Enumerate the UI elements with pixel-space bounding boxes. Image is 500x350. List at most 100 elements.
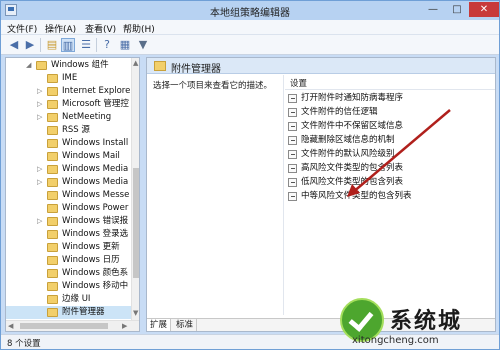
scroll-thumb[interactable] [133, 168, 139, 278]
tab-standard[interactable]: 标准 [173, 319, 198, 331]
tree-item-label: Windows Media [62, 164, 129, 174]
tree-item[interactable]: ▷ Internet Explore [6, 85, 139, 98]
folder-up-icon[interactable]: ▤ [45, 38, 59, 52]
tree-item-label: Windows 日历 [62, 255, 120, 265]
scroll-left-icon[interactable]: ◀ [8, 322, 13, 330]
tree-item[interactable]: 边缘 UI [6, 293, 139, 306]
toolbar-separator [96, 38, 97, 52]
menu-action[interactable]: 操作(A) [45, 22, 76, 35]
folder-icon [47, 113, 58, 122]
back-arrow-icon[interactable]: ◀ [7, 38, 21, 52]
tree-item[interactable]: ▷ Windows Media [6, 163, 139, 176]
tree-pane[interactable]: ◢ Windows 组件 IME ▷ Internet Explore ▷ Microsof… [5, 57, 140, 332]
expand-arrow-icon[interactable]: ▷ [37, 85, 45, 98]
tree-item-label: Windows 登录选 [62, 229, 129, 239]
tree-item[interactable]: Windows Messe [6, 189, 139, 202]
tree-item[interactable]: IME [6, 72, 139, 85]
tree-item-label: IME [62, 73, 78, 83]
folder-icon [47, 139, 58, 148]
scroll-up-icon[interactable]: ▲ [133, 59, 138, 67]
menu-file[interactable]: 文件(F) [7, 22, 37, 35]
folder-icon [47, 282, 58, 291]
tree-horizontal-scrollbar[interactable]: ◀ ▶ [6, 320, 139, 331]
tree-item[interactable]: ▷ Microsoft 管理控 [6, 98, 139, 111]
tree-item-label: 边缘 UI [62, 294, 91, 304]
folder-icon [47, 152, 58, 161]
tree-item[interactable]: ▷ Windows Media [6, 176, 139, 189]
expand-arrow-icon[interactable]: ▷ [37, 176, 45, 189]
expand-arrow-icon[interactable]: ▷ [37, 215, 45, 228]
setting-row[interactable]: 文件附件中不保留区域信息 [288, 120, 493, 133]
expand-arrow-icon[interactable]: ◢ [26, 59, 34, 72]
setting-row[interactable]: 打开附件时通知防病毒程序 [288, 92, 493, 105]
close-button[interactable]: ✕ [469, 2, 499, 17]
tree-item[interactable]: Windows Install [6, 137, 139, 150]
tree-item-label: Windows Mail [62, 151, 120, 161]
setting-row[interactable]: 文件附件的默认风险级别 [288, 148, 493, 161]
folder-icon [47, 295, 58, 304]
policy-setting-icon [288, 178, 297, 187]
status-text: 8 个设置 [7, 339, 41, 349]
setting-label: 中等风险文件类型的包含列表 [301, 191, 412, 201]
setting-row[interactable]: 文件附件的信任逻辑 [288, 106, 493, 119]
show-hide-tree-icon[interactable]: ▥ [61, 38, 75, 52]
tree-item[interactable]: Windows 日历 [6, 254, 139, 267]
tree-vertical-scrollbar[interactable]: ▲ ▼ [131, 58, 139, 320]
folder-icon [47, 191, 58, 200]
setting-row[interactable]: 高风险文件类型的包含列表 [288, 162, 493, 175]
tree-item[interactable]: Windows 登录选 [6, 228, 139, 241]
tree-item-label: Windows 组件 [51, 60, 109, 70]
tree-item-label: NetMeeting [62, 112, 112, 122]
tree-item[interactable]: ▷ NetMeeting [6, 111, 139, 124]
tree-item[interactable]: ▷ Windows 错误报 [6, 215, 139, 228]
tree-item[interactable]: Windows 更新 [6, 241, 139, 254]
tree-item-label: Windows 更新 [62, 242, 120, 252]
tree-item[interactable]: RSS 源 [6, 124, 139, 137]
gpedit-window: 本地组策略编辑器 — □ ✕ 文件(F) 操作(A) 查看(V) 帮助(H) ◀… [0, 0, 500, 350]
tree-item-label: Windows 颜色系 [62, 268, 129, 278]
tree-item[interactable]: 附件管理器 [6, 306, 139, 319]
details-title: 附件管理器 [171, 64, 221, 75]
tree-item[interactable]: Windows 颜色系 [6, 267, 139, 280]
maximize-button[interactable]: □ [445, 2, 469, 17]
tree-item[interactable]: ◢ Windows 组件 [6, 59, 139, 72]
folder-icon [47, 230, 58, 239]
scroll-right-icon[interactable]: ▶ [122, 322, 127, 330]
minimize-button[interactable]: — [421, 2, 445, 17]
details-pane: 附件管理器 选择一个项目来查看它的描述。 设置 打开附件时通知防病毒程序 文件附件… [146, 57, 496, 332]
menu-view[interactable]: 查看(V) [85, 22, 116, 35]
filter-icon[interactable]: ▼ [136, 38, 150, 52]
toolbar: ◀ ▶ ▤ ▥ ☰ ? ▦ ▼ [1, 35, 499, 55]
menu-help[interactable]: 帮助(H) [123, 22, 155, 35]
folder-icon [154, 61, 166, 71]
tree-item[interactable]: Windows Power [6, 202, 139, 215]
watermark-text: 系统城 [390, 309, 463, 334]
scroll-thumb[interactable] [20, 323, 108, 329]
settings-column-header[interactable]: 设置 [290, 77, 307, 89]
setting-row[interactable]: 中等风险文件类型的包含列表 [288, 190, 493, 203]
expand-arrow-icon[interactable]: ▷ [37, 163, 45, 176]
header-divider [285, 89, 495, 90]
details-header: 附件管理器 [147, 58, 495, 75]
tree-item-label: Microsoft 管理控 [62, 99, 129, 109]
policy-setting-icon [288, 192, 297, 201]
tree-item[interactable]: Windows Mail [6, 150, 139, 163]
setting-row[interactable]: 隐藏删除区域信息的机制 [288, 134, 493, 147]
expand-arrow-icon[interactable]: ▷ [37, 98, 45, 111]
expand-arrow-icon[interactable]: ▷ [37, 111, 45, 124]
forward-arrow-icon[interactable]: ▶ [23, 38, 37, 52]
title-bar[interactable]: 本地组策略编辑器 — □ ✕ [1, 1, 499, 20]
folder-icon [47, 243, 58, 252]
scroll-down-icon[interactable]: ▼ [133, 309, 138, 317]
policy-setting-icon [288, 136, 297, 145]
setting-label: 隐藏删除区域信息的机制 [301, 135, 395, 145]
list-icon[interactable]: ☰ [79, 38, 93, 52]
setting-row[interactable]: 低风险文件类型的包含列表 [288, 176, 493, 189]
tab-extended[interactable]: 扩展 [147, 319, 172, 331]
properties-icon[interactable]: ▦ [118, 38, 132, 52]
tree-item[interactable]: Windows 移动中 [6, 280, 139, 293]
folder-icon [36, 61, 47, 70]
policy-setting-icon [288, 122, 297, 131]
help-icon[interactable]: ? [100, 38, 114, 52]
setting-label: 打开附件时通知防病毒程序 [301, 93, 404, 103]
